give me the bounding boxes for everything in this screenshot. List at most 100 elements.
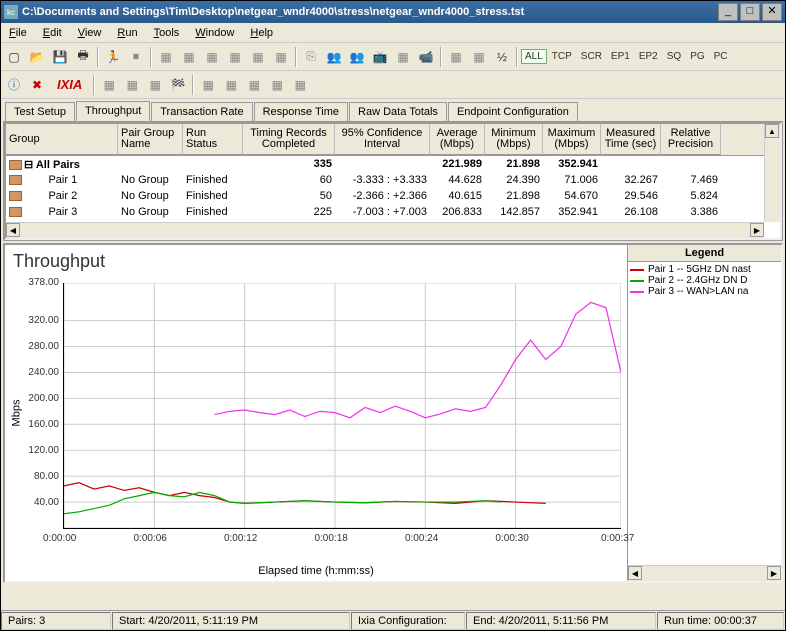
col-maximum[interactable]: Maximum (Mbps) (543, 124, 601, 155)
tab-panel: Group Pair Group Name Run Status Timing … (3, 121, 783, 241)
tool-icon-2[interactable]: ▦ (178, 46, 200, 68)
legend-item[interactable]: Pair 1 -- 5GHz DN nast (630, 264, 779, 275)
menu-edit[interactable]: Edit (35, 25, 70, 41)
chart-title: Throughput (13, 251, 619, 272)
open-icon[interactable]: 📂 (26, 46, 48, 68)
run-icon[interactable]: 🏃 (102, 46, 124, 68)
mode-tcp[interactable]: TCP (548, 49, 576, 64)
col-minimum[interactable]: Minimum (Mbps) (485, 124, 543, 155)
tab-transaction-rate[interactable]: Transaction Rate (151, 102, 252, 121)
legend-item[interactable]: Pair 3 -- WAN>LAN na (630, 286, 779, 297)
col-group[interactable]: Group (6, 124, 118, 155)
mode-pg[interactable]: PG (686, 49, 708, 64)
sec-icon-8[interactable]: ▦ (289, 74, 311, 96)
y-tick-label: 120.00 (28, 445, 59, 456)
print-icon[interactable]: 🖶 (72, 46, 94, 68)
y-tick-label: 80.00 (34, 471, 59, 482)
flag-icon[interactable]: 🏁 (167, 74, 189, 96)
x-tick-label: 0:00:00 (43, 533, 76, 544)
table-scrollbar-horizontal[interactable]: ◀ ▶ (6, 222, 764, 238)
legend-label: Pair 1 -- 5GHz DN nast (648, 264, 751, 275)
toolbar-secondary: ⓘ ✖ IXIA ▦ ▦ ▦ 🏁 ▦ ▦ ▦ ▦ ▦ (1, 71, 785, 99)
table-row[interactable]: Pair 1No GroupFinished60-3.333 : +3.3334… (6, 172, 780, 188)
tab-throughput[interactable]: Throughput (76, 101, 150, 121)
sec-icon-5[interactable]: ▦ (220, 74, 242, 96)
status-config: Ixia Configuration: (351, 612, 465, 630)
menu-window[interactable]: Window (187, 25, 242, 41)
legend-swatch (630, 280, 644, 282)
sec-icon-7[interactable]: ▦ (266, 74, 288, 96)
tool-icon-7[interactable]: ▦ (392, 46, 414, 68)
mode-scr[interactable]: SCR (577, 49, 606, 64)
number-icon[interactable]: ½ (491, 46, 513, 68)
sec-icon-6[interactable]: ▦ (243, 74, 265, 96)
tab-strip: Test Setup Throughput Transaction Rate R… (1, 99, 785, 121)
info-icon[interactable]: ⓘ (3, 74, 25, 96)
menu-file[interactable]: File (1, 25, 35, 41)
table-row[interactable]: ⊟ All Pairs335221.98921.898352.941 (6, 156, 780, 172)
tab-raw-data-totals[interactable]: Raw Data Totals (349, 102, 447, 121)
book-icon (9, 207, 22, 217)
scroll-up-icon[interactable]: ▲ (765, 124, 779, 138)
legend-scroll-left-icon[interactable]: ◀ (628, 566, 642, 580)
pair-icon-1[interactable]: 👥 (323, 46, 345, 68)
col-run-status[interactable]: Run Status (183, 124, 243, 155)
tool-icon-5[interactable]: ▦ (247, 46, 269, 68)
new-icon[interactable]: ▢ (3, 46, 25, 68)
tool-icon-9[interactable]: ▦ (468, 46, 490, 68)
col-average[interactable]: Average (Mbps) (430, 124, 485, 155)
tab-test-setup[interactable]: Test Setup (5, 102, 75, 121)
menu-tools[interactable]: Tools (146, 25, 188, 41)
legend-item[interactable]: Pair 2 -- 2.4GHz DN D (630, 275, 779, 286)
menu-run[interactable]: Run (109, 25, 145, 41)
mode-pc[interactable]: PC (710, 49, 732, 64)
camera-icon[interactable]: 📹 (415, 46, 437, 68)
legend-title: Legend (628, 245, 781, 262)
book-icon (9, 175, 22, 185)
menu-view[interactable]: View (70, 25, 110, 41)
status-start: Start: 4/20/2011, 5:11:19 PM (112, 612, 350, 630)
mode-ep2[interactable]: EP2 (635, 49, 662, 64)
window-title: C:\Documents and Settings\Tim\Desktop\ne… (22, 6, 716, 18)
stop-icon[interactable]: ⏹ (125, 46, 147, 68)
table-row[interactable]: Pair 3No GroupFinished225-7.003 : +7.003… (6, 204, 780, 220)
sec-icon-4[interactable]: ▦ (197, 74, 219, 96)
minimize-button[interactable]: _ (718, 3, 738, 21)
tool-icon-1[interactable]: ▦ (155, 46, 177, 68)
menu-help[interactable]: Help (242, 25, 281, 41)
copy-icon[interactable]: ⎘ (300, 46, 322, 68)
tab-response-time[interactable]: Response Time (254, 102, 348, 121)
scroll-left-icon[interactable]: ◀ (6, 223, 20, 237)
sec-icon-1[interactable]: ▦ (98, 74, 120, 96)
mode-ep1[interactable]: EP1 (607, 49, 634, 64)
sec-icon-3[interactable]: ▦ (144, 74, 166, 96)
legend-scroll-right-icon[interactable]: ▶ (767, 566, 781, 580)
monitor-icon[interactable]: 📺 (369, 46, 391, 68)
tool-icon-3[interactable]: ▦ (201, 46, 223, 68)
maximize-button[interactable]: □ (740, 3, 760, 21)
col-confidence-interval[interactable]: 95% Confidence Interval (335, 124, 430, 155)
close-button[interactable]: ✕ (762, 3, 782, 21)
col-timing-records[interactable]: Timing Records Completed (243, 124, 335, 155)
tool-icon-6[interactable]: ▦ (270, 46, 292, 68)
save-icon[interactable]: 💾 (49, 46, 71, 68)
pair-icon-2[interactable]: 👥 (346, 46, 368, 68)
close-x-icon[interactable]: ✖ (26, 74, 48, 96)
sec-icon-2[interactable]: ▦ (121, 74, 143, 96)
col-pair-group-name[interactable]: Pair Group Name (118, 124, 183, 155)
col-measured-time[interactable]: Measured Time (sec) (601, 124, 661, 155)
scroll-right-icon[interactable]: ▶ (750, 223, 764, 237)
status-runtime: Run time: 00:00:37 (657, 612, 784, 630)
tab-endpoint-configuration[interactable]: Endpoint Configuration (448, 102, 578, 121)
legend-scrollbar[interactable]: ◀ ▶ (628, 565, 781, 581)
results-table: Group Pair Group Name Run Status Timing … (4, 122, 782, 240)
y-tick-label: 160.00 (28, 419, 59, 430)
tool-icon-4[interactable]: ▦ (224, 46, 246, 68)
col-relative-precision[interactable]: Relative Precision (661, 124, 721, 155)
tool-icon-8[interactable]: ▦ (445, 46, 467, 68)
table-row[interactable]: Pair 2No GroupFinished50-2.366 : +2.3664… (6, 188, 780, 204)
mode-sq[interactable]: SQ (663, 49, 685, 64)
table-body: ⊟ All Pairs335221.98921.898352.941 Pair … (6, 156, 780, 220)
table-scrollbar-vertical[interactable]: ▲ (764, 124, 780, 222)
mode-all[interactable]: ALL (521, 49, 547, 64)
